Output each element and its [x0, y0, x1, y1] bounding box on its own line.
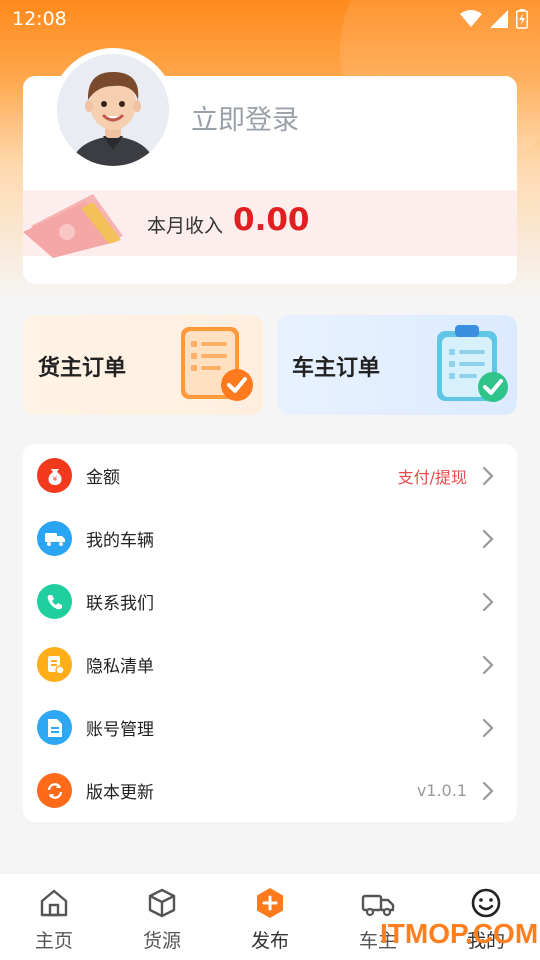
- menu-card: ¥ 金额 支付/提现 我的车辆 联系我们 隐私清单 账号管理 版本更新 v1.0…: [23, 444, 517, 822]
- menu-item-contact-us[interactable]: 联系我们: [23, 570, 517, 633]
- wifi-icon: [460, 10, 482, 27]
- avatar-ring[interactable]: [51, 48, 175, 172]
- privacy-doc-icon: [37, 647, 72, 682]
- money-bag-icon: ¥: [37, 458, 72, 493]
- chevron-right-icon: [482, 718, 494, 737]
- status-icons: [460, 9, 528, 29]
- income-value: 0.00: [233, 202, 310, 238]
- chevron-right-icon: [482, 781, 494, 800]
- menu-item-label: 账号管理: [86, 720, 154, 740]
- menu-item-label: 联系我们: [86, 594, 154, 614]
- svg-text:¥: ¥: [52, 475, 57, 483]
- smiley-icon: [469, 886, 503, 920]
- avatar[interactable]: [57, 54, 169, 166]
- income-label: 本月收入: [147, 215, 224, 237]
- menu-item-version-update[interactable]: 版本更新 v1.0.1: [23, 759, 517, 822]
- menu-item-label: 隐私清单: [86, 657, 154, 677]
- vehicle-icon: [361, 886, 395, 920]
- watermark: ITMOP.COM: [380, 918, 539, 949]
- tab-cargo[interactable]: 货源: [108, 874, 216, 960]
- pay-withdraw-link[interactable]: 支付/提现: [398, 464, 467, 488]
- menu-item-label: 金额: [86, 468, 120, 488]
- driver-orders-label: 车主订单: [292, 356, 381, 381]
- driver-orders-card[interactable]: 车主订单: [277, 315, 517, 415]
- home-icon: [37, 886, 71, 920]
- tab-label: 货源: [142, 930, 181, 952]
- menu-item-label: 版本更新: [86, 783, 154, 803]
- menu-item-my-vehicles[interactable]: 我的车辆: [23, 507, 517, 570]
- tab-label: 主页: [34, 930, 73, 952]
- refresh-icon: [37, 773, 72, 808]
- tab-label: 发布: [250, 930, 289, 952]
- cell-signal-icon: [490, 10, 508, 28]
- tab-home[interactable]: 主页: [0, 874, 108, 960]
- monthly-income-strip: 本月收入 0.00: [23, 190, 517, 258]
- version-number: v1.0.1: [416, 781, 467, 800]
- chevron-right-icon: [482, 592, 494, 611]
- menu-item-account-management[interactable]: 账号管理: [23, 696, 517, 759]
- profile-card: 立即登录 本月收入 0.00: [23, 48, 517, 284]
- shipper-orders-card[interactable]: 货主订单: [23, 315, 263, 415]
- login-link[interactable]: 立即登录: [191, 98, 299, 137]
- chevron-right-icon: [482, 529, 494, 548]
- menu-item-amount[interactable]: ¥ 金额 支付/提现: [23, 444, 517, 507]
- status-bar: 12:08: [0, 0, 540, 38]
- status-time: 12:08: [12, 8, 67, 30]
- menu-item-privacy-list[interactable]: 隐私清单: [23, 633, 517, 696]
- shipper-orders-label: 货主订单: [38, 356, 127, 381]
- clipboard-check-icon: [437, 325, 508, 402]
- publish-plus-icon: [253, 886, 287, 920]
- chevron-right-icon: [482, 655, 494, 674]
- battery-icon: [516, 9, 528, 29]
- menu-item-label: 我的车辆: [86, 531, 154, 551]
- cargo-box-icon: [145, 886, 179, 920]
- avatar-illustration: [57, 54, 169, 166]
- phone-icon: [37, 584, 72, 619]
- tab-publish[interactable]: 发布: [216, 874, 324, 960]
- order-list-icon: [181, 327, 253, 401]
- money-stack-icon: [23, 194, 123, 258]
- document-icon: [37, 710, 72, 745]
- truck-icon: [37, 521, 72, 556]
- chevron-right-icon: [482, 466, 494, 485]
